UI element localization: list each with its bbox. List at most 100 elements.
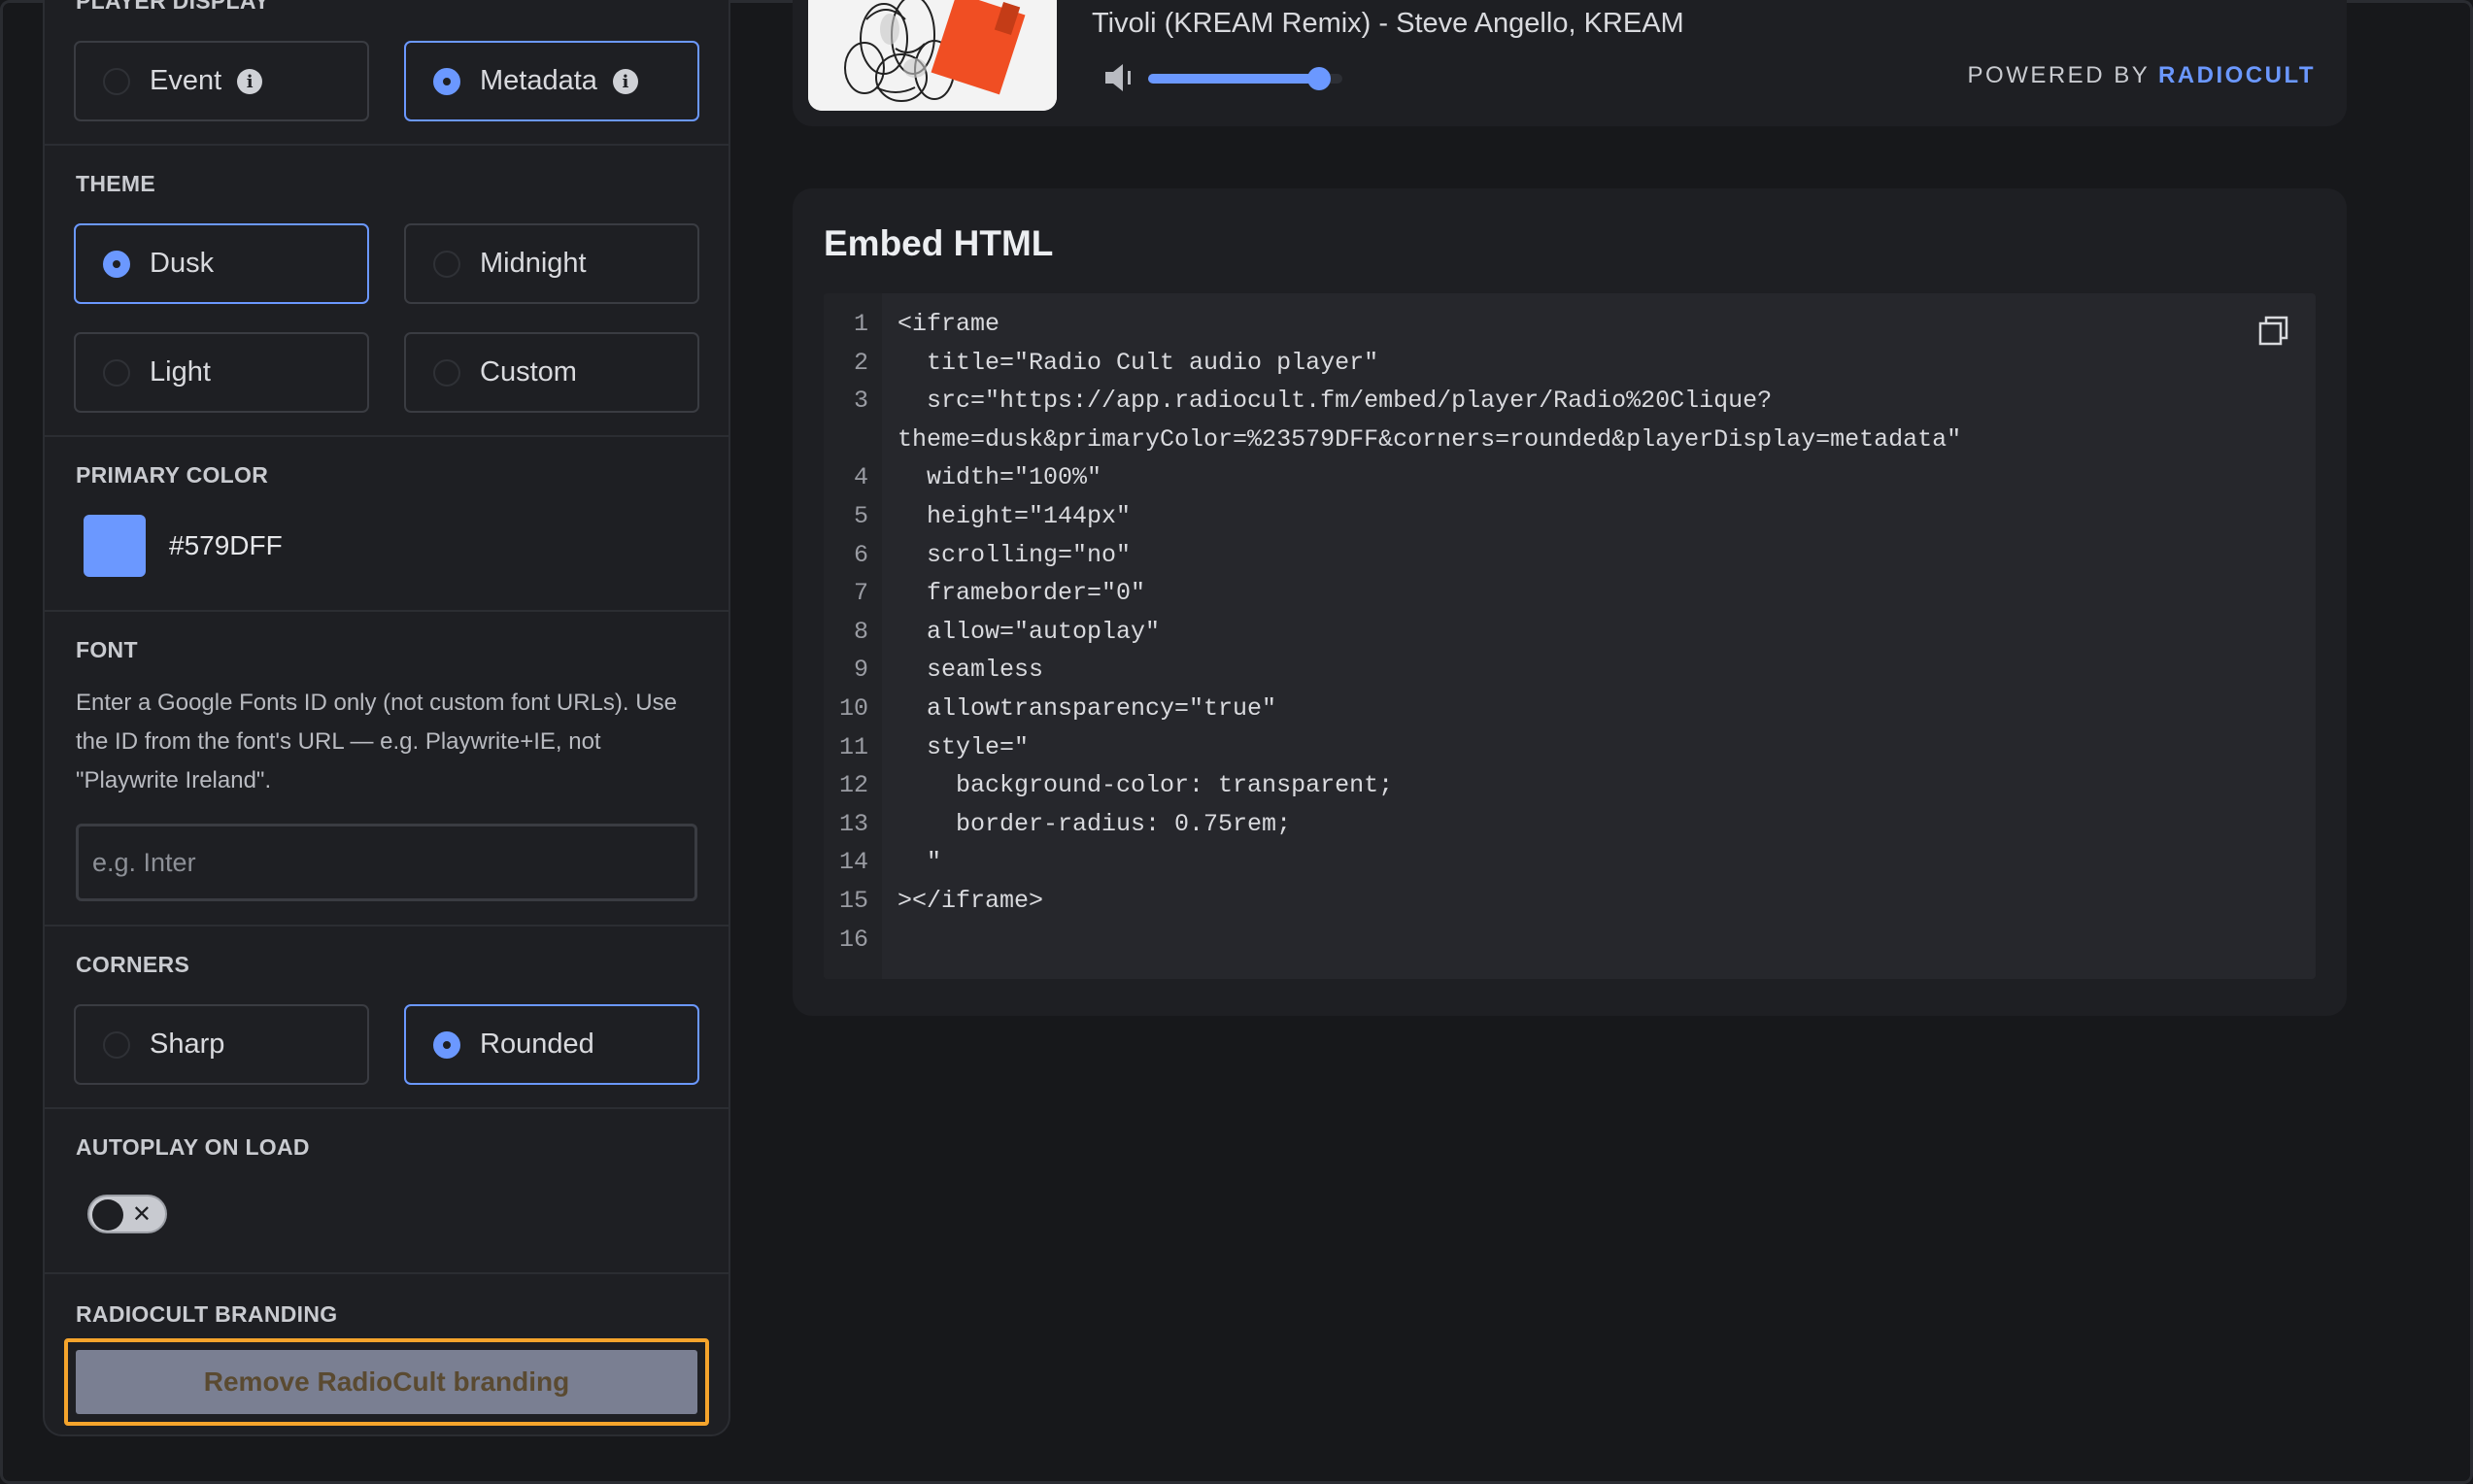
- code-text: background-color: transparent;: [898, 771, 1394, 800]
- line-number: 4: [853, 463, 868, 492]
- radiocult-link[interactable]: RADIOCULT: [2158, 62, 2316, 88]
- theme-option-custom[interactable]: Custom: [404, 332, 699, 413]
- code-text: <iframe: [898, 310, 1000, 338]
- midnight-label: Midnight: [480, 248, 587, 279]
- code-text: ></iframe>: [898, 887, 1044, 915]
- copy-icon[interactable]: [2257, 315, 2290, 348]
- metadata-label-wrap: Metadata i: [480, 65, 638, 97]
- font-title: FONT: [76, 637, 138, 662]
- autoplay-toggle[interactable]: ✕: [87, 1195, 167, 1233]
- font-section: FONT Enter a Google Fonts ID only (not c…: [45, 612, 728, 927]
- line-number: 16: [838, 925, 868, 954]
- event-label: Event: [150, 65, 222, 96]
- track-title: Tivoli (KREAM Remix) - Steve Angello, KR…: [1092, 8, 1684, 39]
- code-text: theme=dusk&primaryColor=%23579DFF&corner…: [898, 424, 1962, 454]
- code-text: border-radius: 0.75rem;: [898, 809, 1292, 838]
- line-number: 7: [853, 579, 868, 608]
- settings-sidebar: PLAYER DISPLAY Event i Metadata i THEME Du…: [43, 0, 730, 1436]
- volume-thumb[interactable]: [1307, 67, 1331, 90]
- powered-by: POWERED BY RADIOCULT: [1968, 62, 2316, 89]
- sharp-label: Sharp: [150, 1029, 225, 1060]
- rounded-label: Rounded: [480, 1029, 594, 1060]
- player-display-title: PLAYER DISPLAY: [76, 0, 270, 14]
- autoplay-title: AUTOPLAY ON LOAD: [76, 1134, 310, 1160]
- code-text: src="https://app.radiocult.fm/embed/play…: [898, 387, 1773, 416]
- code-text: allowtransparency="true": [898, 694, 1277, 723]
- metadata-radio[interactable]: [433, 67, 460, 95]
- code-text: height="144px": [898, 502, 1132, 530]
- event-label-wrap: Event i: [150, 65, 263, 97]
- metadata-label: Metadata: [480, 65, 597, 96]
- line-number: 6: [853, 540, 868, 569]
- color-swatch[interactable]: [84, 515, 146, 577]
- embed-html-card: Embed HTML 1 <iframe 2 title="Radio Cult a…: [793, 188, 2347, 1016]
- code-text: scrolling="no": [898, 540, 1132, 569]
- code-text: seamless: [898, 656, 1044, 685]
- theme-option-light[interactable]: Light: [74, 332, 369, 413]
- album-art: [808, 0, 1057, 111]
- theme-option-midnight[interactable]: Midnight: [404, 223, 699, 304]
- line-number: 3: [853, 387, 868, 416]
- info-icon[interactable]: i: [612, 69, 638, 95]
- corners-option-rounded[interactable]: Rounded: [404, 1004, 699, 1085]
- volume-fill: [1148, 74, 1313, 84]
- line-number: 2: [853, 348, 868, 377]
- code-text: allow="autoplay": [898, 617, 1161, 646]
- corners-title: CORNERS: [76, 952, 190, 977]
- dusk-radio[interactable]: [103, 250, 130, 278]
- line-number: 11: [838, 732, 868, 761]
- primary-color-value[interactable]: #579DFF: [169, 530, 283, 561]
- corners-section: CORNERS Sharp Rounded: [45, 927, 728, 1109]
- branding-section: RADIOCULT BRANDING Remove RadioCult bran…: [45, 1274, 728, 1434]
- autoplay-section: AUTOPLAY ON LOAD ✕: [45, 1109, 728, 1274]
- volume-slider[interactable]: [1148, 67, 1342, 90]
- theme-section: THEME Dusk Midnight Light Custom: [45, 146, 728, 437]
- option-metadata[interactable]: Metadata i: [404, 41, 699, 121]
- powered-by-text: POWERED BY: [1967, 62, 2158, 88]
- primary-color-section: PRIMARY COLOR #579DFF: [45, 437, 728, 612]
- toggle-knob: [92, 1199, 123, 1231]
- line-number: 8: [853, 617, 868, 646]
- speaker-icon[interactable]: [1101, 60, 1140, 95]
- code-block[interactable]: 1 <iframe 2 title="Radio Cult audio player…: [824, 293, 2316, 979]
- light-label: Light: [150, 356, 211, 388]
- code-text: ": [898, 848, 942, 877]
- font-help-line: "Playwrite Ireland".: [76, 767, 272, 793]
- branding-button-highlight: Remove RadioCult branding: [64, 1338, 709, 1426]
- light-radio[interactable]: [103, 358, 130, 387]
- remove-branding-button[interactable]: Remove RadioCult branding: [76, 1350, 697, 1414]
- line-number: 1: [853, 310, 868, 338]
- primary-color-title: PRIMARY COLOR: [76, 462, 269, 488]
- code-text: style=": [898, 732, 1030, 761]
- font-help-line: the ID from the font's URL — e.g. Playwr…: [76, 728, 601, 755]
- dusk-label: Dusk: [150, 248, 215, 279]
- code-text: frameborder="0": [898, 579, 1146, 608]
- font-id-input[interactable]: [76, 824, 697, 901]
- player-preview: Tivoli (KREAM Remix) - Steve Angello, KR…: [793, 0, 2347, 126]
- embed-title: Embed HTML: [824, 223, 1054, 263]
- font-help-text: Enter a Google Fonts ID only (not custom…: [76, 684, 707, 800]
- event-radio[interactable]: [103, 67, 130, 95]
- line-number: 13: [838, 809, 868, 838]
- info-icon[interactable]: i: [237, 69, 263, 95]
- line-number: 15: [838, 887, 868, 915]
- line-number: 10: [838, 694, 868, 723]
- album-art-graphic: [808, 0, 1057, 111]
- theme-option-dusk[interactable]: Dusk: [74, 223, 369, 304]
- code-text: width="100%": [898, 463, 1102, 492]
- corners-option-sharp[interactable]: Sharp: [74, 1004, 369, 1085]
- line-number: 5: [853, 502, 868, 530]
- custom-radio[interactable]: [433, 358, 460, 387]
- line-number: 12: [838, 771, 868, 800]
- midnight-radio[interactable]: [433, 250, 460, 278]
- line-number: 14: [838, 848, 868, 877]
- rounded-radio[interactable]: [433, 1030, 460, 1059]
- font-help-line: Enter a Google Fonts ID only (not custom…: [76, 690, 677, 716]
- code-text: title="Radio Cult audio player": [898, 348, 1379, 377]
- sharp-radio[interactable]: [103, 1030, 130, 1059]
- branding-title: RADIOCULT BRANDING: [76, 1301, 338, 1327]
- player-display-section: PLAYER DISPLAY Event i Metadata i: [45, 0, 728, 146]
- custom-label: Custom: [480, 356, 577, 388]
- line-number: 9: [853, 656, 868, 685]
- option-event[interactable]: Event i: [74, 41, 369, 121]
